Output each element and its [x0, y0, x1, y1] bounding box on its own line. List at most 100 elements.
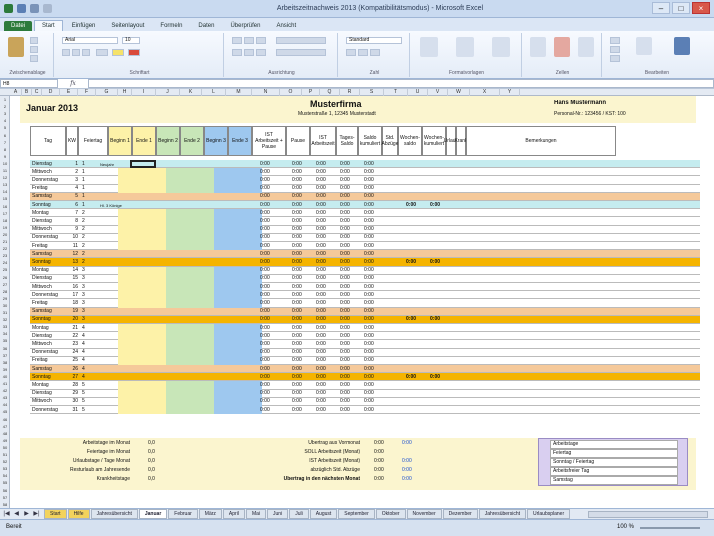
entry-cell[interactable]	[166, 406, 214, 415]
entry-cell[interactable]	[214, 233, 262, 242]
column-header-f[interactable]: F	[78, 89, 96, 96]
row-header[interactable]: 55	[0, 479, 10, 486]
entry-cell[interactable]	[118, 348, 166, 357]
column-header-i[interactable]: I	[132, 89, 156, 96]
sheet-tab[interactable]: März	[198, 509, 222, 519]
underline-icon[interactable]	[82, 49, 90, 56]
entry-cell[interactable]	[214, 406, 262, 415]
entry-cell[interactable]	[166, 168, 214, 177]
row-header[interactable]: 27	[0, 281, 10, 288]
sheet-tab[interactable]: Jahresübersicht	[90, 509, 138, 519]
entry-cell[interactable]	[214, 340, 262, 349]
entry-cell[interactable]	[166, 381, 214, 390]
row-header[interactable]: 25	[0, 266, 10, 273]
name-box[interactable]: H8	[0, 79, 58, 88]
row-header[interactable]: 10	[0, 160, 10, 167]
entry-cell[interactable]	[214, 184, 262, 193]
format-painter-icon[interactable]	[30, 55, 38, 62]
paste-icon[interactable]	[8, 37, 24, 57]
entry-cell[interactable]	[214, 283, 262, 292]
row-header[interactable]: 50	[0, 444, 10, 451]
row-header[interactable]: 54	[0, 472, 10, 479]
sheet-tab[interactable]: Februar	[168, 509, 198, 519]
row-header[interactable]: 28	[0, 288, 10, 295]
entry-cell[interactable]	[214, 242, 262, 251]
entry-cell[interactable]	[166, 332, 214, 341]
thousands-icon[interactable]	[370, 49, 380, 56]
horizontal-scrollbar[interactable]	[588, 511, 708, 518]
entry-cell[interactable]	[118, 397, 166, 406]
delete-cells-icon[interactable]	[554, 37, 570, 57]
column-header-p[interactable]: P	[302, 89, 320, 96]
entry-cell[interactable]	[166, 217, 214, 226]
row-header[interactable]: 6	[0, 132, 10, 139]
align-middle-icon[interactable]	[244, 37, 254, 44]
tab-start[interactable]: Start	[34, 20, 63, 31]
entry-cell[interactable]	[166, 389, 214, 398]
column-header-y[interactable]: Y	[500, 89, 520, 96]
row-header[interactable]: 9	[0, 153, 10, 160]
entry-cell[interactable]	[214, 397, 262, 406]
row-header[interactable]: 13	[0, 181, 10, 188]
sheet-tab[interactable]: Mai	[245, 509, 266, 519]
entry-cell[interactable]	[118, 283, 166, 292]
border-icon[interactable]	[96, 49, 108, 56]
column-header-x[interactable]: X	[470, 89, 500, 96]
row-header[interactable]: 26	[0, 274, 10, 281]
entry-cell[interactable]	[166, 274, 214, 283]
entry-cell[interactable]	[214, 332, 262, 341]
column-header-v[interactable]: V	[428, 89, 448, 96]
row-header[interactable]: 39	[0, 366, 10, 373]
row-header[interactable]: 14	[0, 188, 10, 195]
font-size-select[interactable]: 10	[122, 37, 140, 44]
row-header[interactable]: 40	[0, 373, 10, 380]
entry-cell[interactable]	[118, 242, 166, 251]
clear-icon[interactable]	[610, 55, 620, 62]
entry-cell[interactable]	[118, 291, 166, 300]
entry-cell[interactable]	[118, 168, 166, 177]
sheet-tab[interactable]: September	[338, 509, 375, 519]
sheet-tab[interactable]: Oktober	[375, 509, 406, 519]
column-header-e[interactable]: E	[60, 89, 78, 96]
row-header[interactable]: 21	[0, 238, 10, 245]
row-header[interactable]: 56	[0, 487, 10, 494]
entry-cell[interactable]	[166, 209, 214, 218]
sheet-tab[interactable]: August	[309, 509, 338, 519]
sheet-tab[interactable]: November	[406, 509, 442, 519]
entry-cell[interactable]	[166, 397, 214, 406]
row-header[interactable]: 51	[0, 451, 10, 458]
row-header[interactable]: 33	[0, 323, 10, 330]
entry-cell[interactable]	[166, 348, 214, 357]
sheet-tab[interactable]: Hilfe	[67, 509, 90, 519]
row-header[interactable]: 52	[0, 458, 10, 465]
align-right-icon[interactable]	[256, 49, 266, 56]
entry-cell[interactable]	[214, 381, 262, 390]
entry-cell[interactable]	[118, 299, 166, 308]
percent-icon[interactable]	[358, 49, 368, 56]
entry-cell[interactable]	[118, 356, 166, 365]
fill-icon[interactable]	[610, 46, 620, 53]
entry-cell[interactable]	[214, 209, 262, 218]
row-header[interactable]: 18	[0, 217, 10, 224]
conditional-format-icon[interactable]	[420, 37, 438, 57]
row-header[interactable]: 15	[0, 195, 10, 202]
tab-page-layout[interactable]: Seitenlayout	[104, 21, 151, 31]
column-header-d[interactable]: D	[42, 89, 60, 96]
row-header[interactable]: 5	[0, 124, 10, 131]
row-header[interactable]: 46	[0, 416, 10, 423]
row-header[interactable]: 57	[0, 494, 10, 501]
format-as-table-icon[interactable]	[456, 37, 474, 57]
sort-filter-icon[interactable]	[636, 37, 652, 55]
entry-cell[interactable]	[118, 274, 166, 283]
row-header[interactable]: 2	[0, 103, 10, 110]
copy-icon[interactable]	[30, 46, 38, 53]
column-header-q[interactable]: Q	[320, 89, 340, 96]
prev-sheet-icon[interactable]: ◀	[12, 510, 21, 517]
entry-cell[interactable]	[118, 324, 166, 333]
entry-cell[interactable]	[118, 233, 166, 242]
column-header-m[interactable]: M	[226, 89, 252, 96]
entry-cell[interactable]	[118, 381, 166, 390]
entry-cell[interactable]	[214, 324, 262, 333]
font-name-select[interactable]: Arial	[62, 37, 118, 44]
row-header[interactable]: 32	[0, 316, 10, 323]
